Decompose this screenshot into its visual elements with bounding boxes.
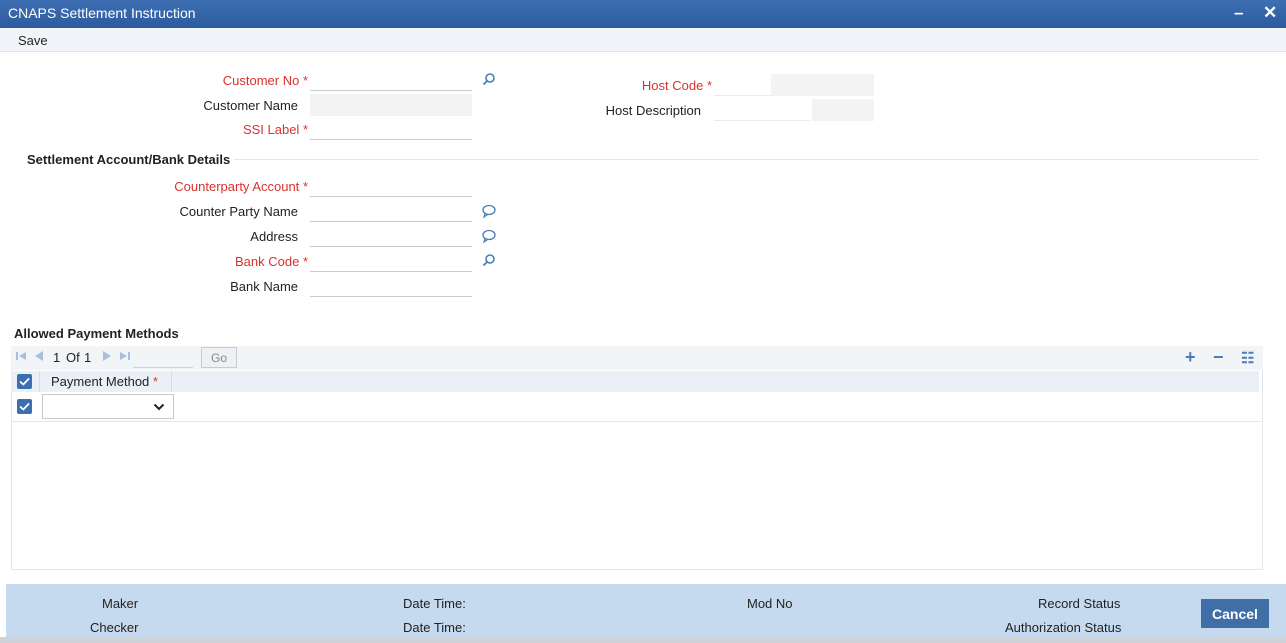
required-marker: * <box>302 122 308 137</box>
host-description-input[interactable] <box>714 99 810 121</box>
checker-label: Checker <box>90 620 139 635</box>
search-icon[interactable] <box>481 253 497 269</box>
payment-method-column-header: Payment Method * <box>51 374 158 389</box>
add-row-button[interactable]: + <box>1185 347 1196 368</box>
total-pages: 1 <box>84 350 92 365</box>
table-row <box>11 392 1263 422</box>
window-title-bar: CNAPS Settlement Instruction – ✕ <box>0 0 1286 28</box>
authorization-status-label: Authorization Status <box>1005 620 1122 635</box>
comment-icon[interactable] <box>481 228 497 244</box>
select-all-checkbox[interactable] <box>17 374 32 389</box>
payment-methods-title: Allowed Payment Methods <box>14 326 179 341</box>
ssi-label-input[interactable] <box>310 118 472 140</box>
comment-icon[interactable] <box>481 203 497 219</box>
maker-date-time-label: Date Time: <box>403 596 466 611</box>
required-marker: * <box>302 73 308 88</box>
save-button[interactable]: Save <box>18 33 48 48</box>
bank-code-label: Bank Code * <box>120 254 308 269</box>
page-number-input[interactable] <box>133 348 193 368</box>
host-description-readonly-area <box>812 99 874 121</box>
grid-header: Payment Method * <box>11 371 1259 392</box>
payment-method-column-label: Payment Method <box>51 374 150 389</box>
host-code-readonly-area <box>771 74 874 96</box>
view-list-button[interactable]: ☷ <box>1241 349 1254 367</box>
chevron-down-icon <box>153 403 165 411</box>
current-page: 1 <box>53 350 61 365</box>
window-title: CNAPS Settlement Instruction <box>8 5 196 21</box>
toolbar: Save <box>0 28 1286 52</box>
address-input[interactable] <box>310 225 472 247</box>
page-of-label: Of <box>66 350 80 365</box>
counterparty-account-input[interactable] <box>310 175 472 197</box>
cancel-button[interactable]: Cancel <box>1201 599 1269 628</box>
ssi-label-label: SSI Label * <box>150 122 308 137</box>
customer-no-input[interactable] <box>310 69 472 91</box>
mod-no-label: Mod No <box>747 596 793 611</box>
counter-party-name-input[interactable] <box>310 200 472 222</box>
customer-name-input[interactable] <box>310 94 472 116</box>
record-status-label: Record Status <box>1038 596 1121 611</box>
required-marker: * <box>302 254 308 269</box>
required-marker: * <box>706 78 712 93</box>
counter-party-name-label: Counter Party Name <box>179 204 299 219</box>
required-marker: * <box>152 374 158 389</box>
row-checkbox[interactable] <box>17 399 32 414</box>
maker-label: Maker <box>102 596 139 611</box>
section-divider <box>234 159 1259 160</box>
next-page-icon[interactable] <box>101 350 113 365</box>
bank-code-input[interactable] <box>310 250 472 272</box>
minimize-button[interactable]: – <box>1234 3 1243 23</box>
host-code-label-text: Host Code <box>641 78 704 93</box>
host-description-label: Host Description <box>605 103 701 118</box>
customer-name-label: Customer Name <box>203 98 298 113</box>
bank-name-input[interactable] <box>310 275 472 297</box>
bank-name-label: Bank Name <box>230 279 298 294</box>
search-icon[interactable] <box>481 72 497 88</box>
go-button[interactable]: Go <box>201 347 237 368</box>
host-code-label: Host Code * <box>560 78 712 93</box>
bottom-scrollbar[interactable] <box>0 637 1286 643</box>
grid-pager: 1 Of 1 Go + − ☷ <box>11 346 1263 370</box>
required-marker: * <box>302 179 308 194</box>
bank-code-label-text: Bank Code <box>234 254 300 269</box>
payment-method-select[interactable] <box>42 394 174 419</box>
audit-footer: Maker Checker Date Time: Date Time: Mod … <box>6 584 1286 643</box>
counterparty-account-label-text: Counterparty Account <box>174 179 300 194</box>
address-label: Address <box>250 229 298 244</box>
counterparty-account-label: Counterparty Account * <box>120 179 308 194</box>
delete-row-button[interactable]: − <box>1213 347 1224 368</box>
close-button[interactable]: ✕ <box>1263 3 1277 23</box>
ssi-label-label-text: SSI Label <box>242 122 300 137</box>
settlement-section-title: Settlement Account/Bank Details <box>27 152 231 167</box>
customer-no-label: Customer No * <box>150 73 308 88</box>
previous-page-icon[interactable] <box>33 350 45 365</box>
column-divider <box>39 371 40 392</box>
first-page-icon[interactable] <box>15 350 27 365</box>
customer-no-label-text: Customer No <box>222 73 300 88</box>
last-page-icon[interactable] <box>119 350 131 365</box>
checker-date-time-label: Date Time: <box>403 620 466 635</box>
column-divider <box>171 371 172 392</box>
